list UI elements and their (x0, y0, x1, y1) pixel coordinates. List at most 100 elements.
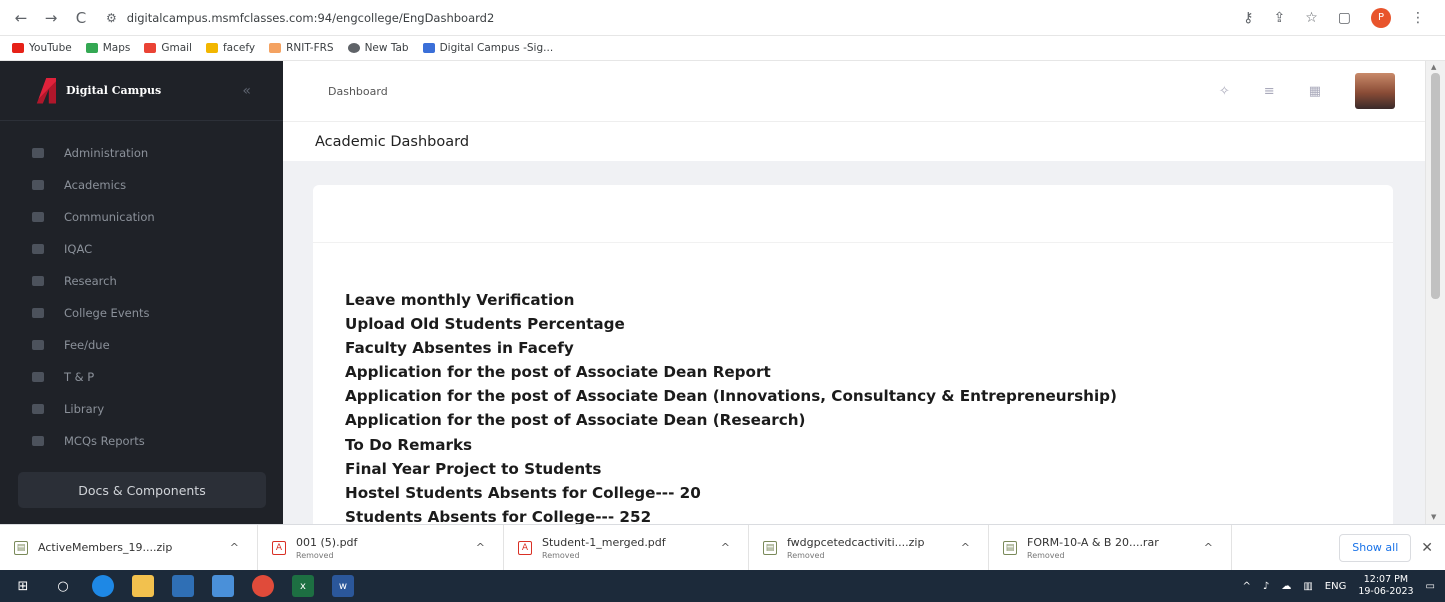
bookmark-maps[interactable]: Maps (85, 42, 130, 54)
notifications-icon[interactable]: ≡ (1264, 84, 1275, 99)
chevron-up-icon[interactable]: ^ (476, 541, 485, 554)
bookmark-rnit-frs[interactable]: RNIT-FRS (269, 42, 334, 54)
star-icon[interactable]: ☆ (1305, 10, 1318, 26)
chevron-up-icon[interactable]: ^ (721, 541, 730, 554)
close-icon[interactable]: ✕ (1421, 540, 1433, 556)
bookmark-digital-campus[interactable]: Digital Campus -Sig... (422, 42, 553, 54)
address-bar[interactable]: ⚙ digitalcampus.msmfclasses.com:94/engco… (106, 5, 1243, 31)
sidebar-item-communication[interactable]: Communication (0, 201, 283, 233)
link-leave-monthly-verification[interactable]: Leave monthly Verification (345, 288, 1117, 312)
bookmark-gmail[interactable]: Gmail (144, 42, 192, 54)
mail-icon[interactable] (212, 575, 234, 597)
url-text: digitalcampus.msmfclasses.com:94/engcoll… (126, 10, 495, 25)
breadcrumb[interactable]: Dashboard (328, 85, 388, 98)
sidebar-item-library[interactable]: Library (0, 393, 283, 425)
docs-components-button[interactable]: Docs & Components (18, 472, 266, 508)
windows-start-icon[interactable]: ⊞ (12, 575, 34, 597)
rar-file-icon: ▤ (1003, 540, 1017, 555)
download-item[interactable]: ▤ FORM-10-A & B 20....rar Removed ^ (989, 524, 1232, 571)
sidebar-item-administration[interactable]: Administration (0, 137, 283, 169)
taskbar: ⊞ ○ x w ^ ♪ ☁ ▥ ENG 12:07 PM 19-06-2023 … (0, 570, 1445, 602)
profile-avatar[interactable]: P (1371, 7, 1391, 28)
facefy-icon (205, 43, 218, 53)
page-title: Academic Dashboard (315, 133, 470, 150)
link-associate-dean-report[interactable]: Application for the post of Associate De… (345, 360, 1117, 384)
word-icon[interactable]: w (332, 575, 354, 597)
reload-button[interactable]: C (70, 7, 92, 29)
edge-icon[interactable] (92, 575, 114, 597)
excel-icon[interactable]: x (292, 575, 314, 597)
chevron-up-icon[interactable]: ^ (1204, 541, 1213, 554)
sidepanel-icon[interactable]: ▢ (1338, 10, 1351, 26)
sidebar-item-mcqs-reports[interactable]: MCQs Reports (0, 425, 283, 457)
notifications-icon[interactable]: ▭ (1426, 581, 1435, 592)
share-icon[interactable]: ⇪ (1273, 10, 1285, 26)
brand-name: Digital Campus (66, 84, 162, 97)
main-content: Dashboard ✧ ≡ ▦ Academic Dashboard Leave… (283, 61, 1425, 524)
sidebar-item-academics[interactable]: Academics (0, 169, 283, 201)
sidebar-item-t-and-p[interactable]: T & P (0, 361, 283, 393)
link-to-do-remarks[interactable]: To Do Remarks (345, 433, 1117, 457)
sidebar-menu: Administration Academics Communication I… (0, 121, 283, 457)
academics-icon (32, 180, 44, 190)
apps-grid-icon[interactable]: ▦ (1309, 84, 1321, 99)
bookmark-facefy[interactable]: facefy (205, 42, 255, 54)
link-associate-dean-research[interactable]: Application for the post of Associate De… (345, 408, 1117, 432)
rnit-icon (269, 43, 282, 53)
file-explorer-icon[interactable] (132, 575, 154, 597)
download-item[interactable]: A Student-1_merged.pdf Removed ^ (504, 524, 749, 571)
user-avatar[interactable] (1355, 73, 1395, 109)
scroll-thumb[interactable] (1431, 73, 1440, 299)
maps-icon (85, 43, 98, 53)
cloud-icon[interactable]: ☁ (1281, 581, 1291, 592)
zip-file-icon: ▤ (763, 540, 777, 555)
downloads-bar: ▤ ActiveMembers_19....zip ^ A 001 (5).pd… (0, 524, 1445, 571)
language-indicator[interactable]: ENG (1325, 581, 1347, 592)
volume-icon[interactable]: ♪ (1263, 581, 1269, 592)
clock[interactable]: 12:07 PM 19-06-2023 (1358, 574, 1413, 598)
chevron-up-icon[interactable]: ^ (961, 541, 970, 554)
link-faculty-absentes[interactable]: Faculty Absentes in Facefy (345, 336, 1117, 360)
key-icon[interactable]: ⚷ (1243, 10, 1253, 26)
link-final-year-project[interactable]: Final Year Project to Students (345, 457, 1117, 481)
link-students-absents[interactable]: Students Absents for College--- 252 (345, 505, 1117, 524)
download-item[interactable]: ▤ fwdgpcetedcactiviti....zip Removed ^ (749, 524, 989, 571)
link-hostel-students-absents[interactable]: Hostel Students Absents for College--- 2… (345, 481, 1117, 505)
brand: Digital Campus « (0, 61, 283, 121)
globe-icon (347, 43, 360, 53)
link-associate-dean-innovations[interactable]: Application for the post of Associate De… (345, 384, 1117, 408)
store-icon[interactable] (172, 575, 194, 597)
sidebar-item-college-events[interactable]: College Events (0, 297, 283, 329)
network-icon[interactable]: ▥ (1303, 581, 1312, 592)
sidebar-item-fee-due[interactable]: Fee/due (0, 329, 283, 361)
site-info-icon[interactable]: ⚙ (106, 11, 117, 25)
bookmark-youtube[interactable]: YouTube (12, 42, 72, 54)
forward-button[interactable]: → (40, 7, 62, 29)
events-icon (32, 308, 44, 318)
chevron-up-icon[interactable]: ^ (230, 541, 239, 554)
dashboard-card: Leave monthly Verification Upload Old St… (313, 185, 1393, 524)
sidebar-item-research[interactable]: Research (0, 265, 283, 297)
download-item[interactable]: ▤ ActiveMembers_19....zip ^ (0, 524, 258, 571)
reports-icon (32, 436, 44, 446)
fee-icon (32, 340, 44, 350)
sidebar-item-iqac[interactable]: IQAC (0, 233, 283, 265)
scroll-up-icon[interactable]: ▲ (1431, 63, 1436, 71)
back-button[interactable]: ← (10, 7, 32, 29)
show-all-button[interactable]: Show all (1339, 533, 1412, 562)
download-item[interactable]: A 001 (5).pdf Removed ^ (258, 524, 504, 571)
gmail-icon (144, 43, 157, 53)
bookmark-new-tab[interactable]: New Tab (347, 42, 409, 54)
chrome-icon[interactable] (252, 575, 274, 597)
collapse-sidebar-icon[interactable]: « (242, 83, 251, 99)
settings-icon[interactable]: ✧ (1219, 84, 1230, 99)
search-icon[interactable]: ○ (52, 575, 74, 597)
page-scrollbar[interactable]: ▲ ▼ (1425, 61, 1445, 524)
dashboard-links: Leave monthly Verification Upload Old St… (345, 288, 1117, 524)
scroll-down-icon[interactable]: ▼ (1431, 513, 1436, 521)
pdf-file-icon: A (272, 540, 286, 555)
menu-dots-icon[interactable]: ⋮ (1411, 10, 1425, 26)
link-upload-old-students-percentage[interactable]: Upload Old Students Percentage (345, 312, 1117, 336)
research-icon (32, 276, 44, 286)
chevron-up-icon[interactable]: ^ (1243, 581, 1251, 592)
